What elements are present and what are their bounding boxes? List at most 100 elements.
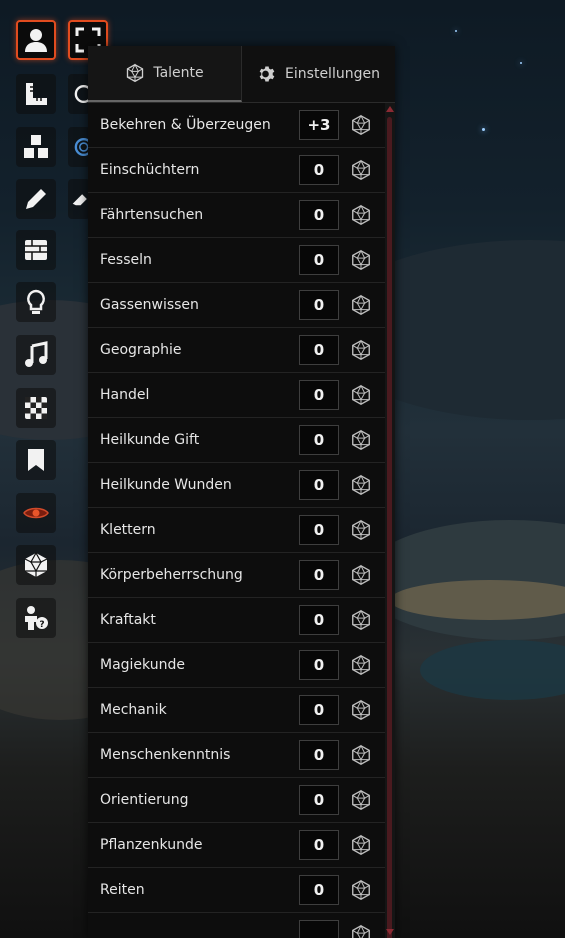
skill-name: Reiten <box>100 882 145 898</box>
ruler-tool-button[interactable] <box>16 74 56 114</box>
music-tool-button[interactable] <box>16 335 56 375</box>
skill-list[interactable]: Bekehren & Überzeugen +3 Einschüchtern 0 F… <box>88 103 385 938</box>
skill-value[interactable]: 0 <box>299 155 339 185</box>
skill-name: Magiekunde <box>100 657 185 673</box>
skill-value[interactable]: 0 <box>299 200 339 230</box>
roll-button[interactable] <box>349 743 373 767</box>
roll-button[interactable] <box>349 698 373 722</box>
skill-row-bekehren: Bekehren & Überzeugen +3 <box>88 103 385 148</box>
pencil-icon <box>26 189 46 209</box>
bookmark-tool-button[interactable] <box>16 440 56 480</box>
skill-value[interactable]: +3 <box>299 110 339 140</box>
target-tool-button[interactable] <box>68 74 90 114</box>
skill-row-menschenkenntnis: Menschenkenntnis 0 <box>88 733 385 778</box>
skill-value[interactable]: 0 <box>299 290 339 320</box>
eraser-tool-button[interactable] <box>68 179 90 219</box>
skill-value[interactable]: 0 <box>299 605 339 635</box>
user-tool-button[interactable] <box>16 20 56 60</box>
roll-button[interactable] <box>349 203 373 227</box>
d20-icon <box>352 519 370 540</box>
roll-button[interactable] <box>349 608 373 632</box>
skill-row-pflanzenkunde: Pflanzenkunde 0 <box>88 823 385 868</box>
d20-tool-button[interactable] <box>16 545 56 585</box>
roll-button[interactable] <box>349 788 373 812</box>
skill-value[interactable]: 0 <box>299 335 339 365</box>
bookmark-icon <box>28 449 44 471</box>
skill-row-gassenwissen: Gassenwissen 0 <box>88 283 385 328</box>
tab-talente[interactable]: Talente <box>88 46 242 102</box>
d20-icon <box>352 114 370 135</box>
eye-tool-button[interactable] <box>16 493 56 533</box>
skill-row-reiten: Reiten 0 <box>88 868 385 913</box>
scroll-up-arrow[interactable] <box>386 106 394 112</box>
d20-icon <box>352 744 370 765</box>
skill-value[interactable]: 0 <box>299 425 339 455</box>
d20-icon <box>352 789 370 810</box>
roll-button[interactable] <box>349 653 373 677</box>
checkerboard-tool-button[interactable] <box>16 388 56 428</box>
wall-tool-button[interactable] <box>16 230 56 270</box>
skill-row-orientierung: Orientierung 0 <box>88 778 385 823</box>
skill-value[interactable]: 0 <box>299 560 339 590</box>
tab-einstellungen[interactable]: Einstellungen <box>242 46 395 102</box>
skill-value[interactable]: 0 <box>299 650 339 680</box>
skill-value[interactable]: 0 <box>299 740 339 770</box>
skill-row-mechanik: Mechanik 0 <box>88 688 385 733</box>
skill-row-faehrtensuchen: Fährtensuchen 0 <box>88 193 385 238</box>
skill-name: Menschenkenntnis <box>100 747 231 763</box>
skill-value[interactable]: 0 <box>299 695 339 725</box>
talents-panel: Talente Einstellungen Bekehren & Überzeu… <box>88 46 395 938</box>
d20-icon <box>352 834 370 855</box>
skill-value[interactable]: 0 <box>299 245 339 275</box>
brick-wall-icon <box>25 240 47 260</box>
skill-value[interactable] <box>299 920 339 938</box>
d20-icon <box>127 63 144 83</box>
skill-row-koerperbeherrschung: Körperbeherrschung 0 <box>88 553 385 598</box>
roll-button[interactable] <box>349 383 373 407</box>
skill-name: Einschüchtern <box>100 162 200 178</box>
target-blue-tool-button[interactable] <box>68 127 90 167</box>
skill-name: Gassenwissen <box>100 297 199 313</box>
roll-button[interactable] <box>349 518 373 542</box>
panel-tabs: Talente Einstellungen <box>88 46 395 103</box>
user-help-tool-button[interactable]: ? <box>16 598 56 638</box>
skill-value[interactable]: 0 <box>299 785 339 815</box>
tab-einstellungen-label: Einstellungen <box>285 66 380 82</box>
skill-list-scrollbar[interactable] <box>385 103 395 938</box>
roll-button[interactable] <box>349 833 373 857</box>
roll-button[interactable] <box>349 428 373 452</box>
roll-button[interactable] <box>349 248 373 272</box>
checkerboard-icon <box>25 397 47 419</box>
d20-icon <box>352 564 370 585</box>
roll-button[interactable] <box>349 113 373 137</box>
skill-value[interactable]: 0 <box>299 830 339 860</box>
roll-button[interactable] <box>349 338 373 362</box>
roll-button[interactable] <box>349 563 373 587</box>
skill-name: Kraftakt <box>100 612 156 628</box>
scroll-thumb[interactable] <box>387 117 392 938</box>
roll-button[interactable] <box>349 878 373 902</box>
skill-value[interactable]: 0 <box>299 380 339 410</box>
skill-name: Pflanzenkunde <box>100 837 203 853</box>
skill-name: Mechanik <box>100 702 167 718</box>
roll-button[interactable] <box>349 158 373 182</box>
pencil-tool-button[interactable] <box>16 179 56 219</box>
lightbulb-tool-button[interactable] <box>16 282 56 322</box>
d20-icon <box>24 551 48 577</box>
cubes-tool-button[interactable] <box>16 127 56 167</box>
roll-button[interactable] <box>349 293 373 317</box>
scroll-down-arrow[interactable] <box>386 929 394 935</box>
roll-button[interactable] <box>349 473 373 497</box>
skill-value[interactable]: 0 <box>299 875 339 905</box>
skill-name: Bekehren & Überzeugen <box>100 117 271 133</box>
skill-row-magiekunde: Magiekunde 0 <box>88 643 385 688</box>
skill-name: Fesseln <box>100 252 152 268</box>
skill-value[interactable]: 0 <box>299 470 339 500</box>
cubes-icon <box>24 135 48 158</box>
skill-value[interactable]: 0 <box>299 515 339 545</box>
skill-row-heilkunde-gift: Heilkunde Gift 0 <box>88 418 385 463</box>
skill-name: Orientierung <box>100 792 189 808</box>
roll-button[interactable] <box>349 923 373 938</box>
d20-icon <box>352 429 370 450</box>
target-icon <box>74 84 90 104</box>
